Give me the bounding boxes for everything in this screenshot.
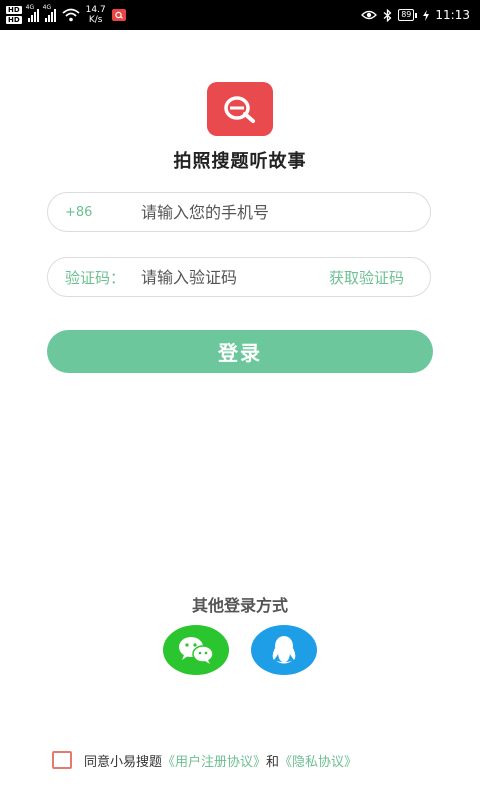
qq-login-button[interactable] [251, 625, 317, 675]
agreement-row: 同意小易搜题 《用户注册协议》 和 《隐私协议》 [52, 749, 357, 771]
app-logo [207, 82, 273, 136]
signal-icon-2: 4G [43, 4, 56, 22]
search-logo-icon [224, 96, 255, 123]
hd-indicator: HD HD [6, 5, 22, 25]
status-right: 89 11:13 [361, 5, 470, 25]
status-bar: HD HD 4G 4G 14.7 K/s 89 11:13 [0, 0, 480, 30]
agreement-and: 和 [266, 754, 280, 770]
network-type-2: 4G [42, 4, 52, 11]
network-type-1: 4G [25, 4, 35, 11]
phone-field[interactable]: +86 [47, 192, 431, 232]
wifi-icon [62, 8, 80, 22]
other-login-label: 其他登录方式 [191, 596, 288, 615]
network-speed: 14.7 K/s [86, 5, 106, 25]
agree-checkbox[interactable] [52, 751, 72, 769]
agreement-prefix: 同意小易搜题 [84, 754, 163, 770]
qq-icon [272, 636, 296, 664]
privacy-link[interactable]: 《隐私协议》 [279, 751, 357, 770]
eye-icon [361, 10, 378, 20]
signal-icon-1: 4G [26, 4, 39, 22]
code-label: 验证码： [65, 268, 126, 287]
phone-input[interactable] [141, 202, 311, 222]
hd-label-2: HD [6, 16, 22, 24]
login-button[interactable]: 登录 [47, 330, 433, 373]
get-code-button[interactable]: 获取验证码 [329, 267, 404, 288]
wechat-login-button[interactable] [163, 625, 229, 675]
wechat-icon [179, 637, 214, 664]
bluetooth-icon [383, 8, 392, 22]
code-input[interactable] [141, 267, 311, 287]
battery-icon: 89 [398, 9, 418, 21]
status-time: 11:13 [435, 8, 470, 22]
speed-value: 14.7 [85, 5, 106, 15]
country-code[interactable]: +86 [65, 205, 141, 220]
app-title: 拍照搜题听故事 [173, 151, 307, 172]
verification-code-field[interactable]: 验证码： 获取验证码 [47, 257, 431, 297]
battery-level: 89 [398, 9, 415, 21]
user-agreement-link[interactable]: 《用户注册协议》 [162, 751, 266, 770]
charging-icon [423, 9, 430, 21]
app-notification-icon [111, 9, 126, 21]
hd-label-1: HD [6, 6, 22, 14]
speed-unit: K/s [88, 15, 103, 25]
status-left: HD HD 4G 4G 14.7 K/s [6, 3, 126, 27]
